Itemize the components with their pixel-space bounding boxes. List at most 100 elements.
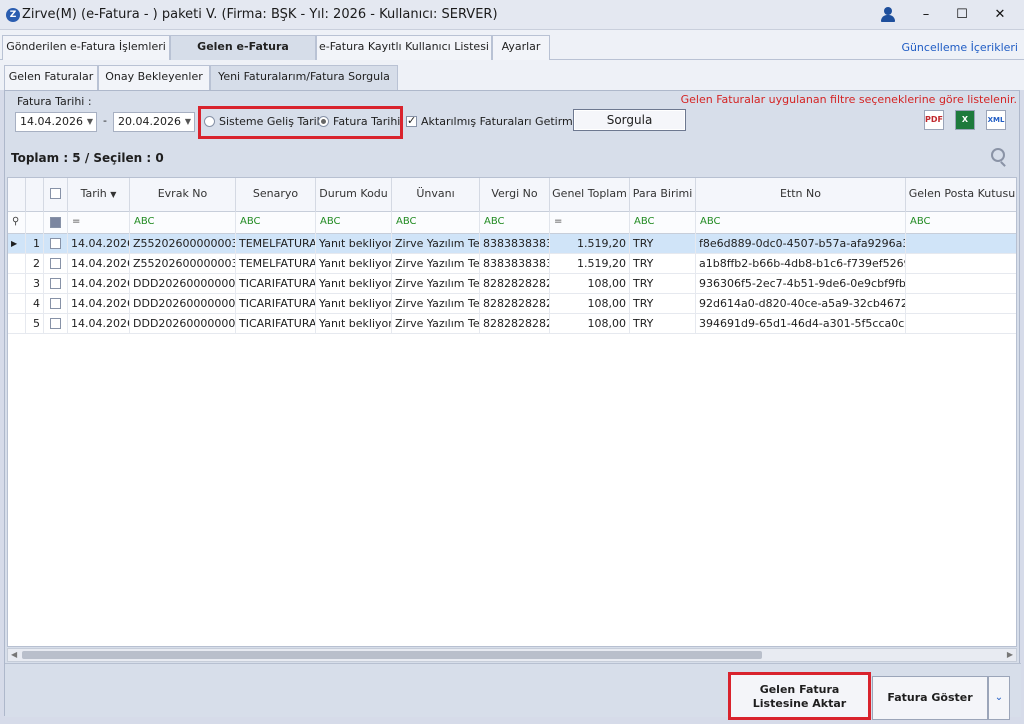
tab-incoming-einvoice[interactable]: Gelen e-Fatura İşlemleri <box>170 35 316 75</box>
row-checkbox-cell[interactable] <box>44 294 68 314</box>
tab-new-invoices-query[interactable]: Yeni Faturalarım/Fatura Sorgula <box>210 65 398 91</box>
window-title: Zirve(M) (e-Fatura - ) paketi V. (Firma:… <box>22 7 498 22</box>
cell-unvan: Zirve Yazılım Test <box>392 294 480 314</box>
cell-genel-toplam: 108,00 <box>550 294 630 314</box>
row-number: 4 <box>26 294 44 314</box>
row-indicator <box>8 274 26 294</box>
cell-vergi-no: 8282828282 <box>480 274 550 294</box>
col-unvan[interactable]: Ünvanı <box>392 178 480 212</box>
row-checkbox[interactable] <box>50 238 61 249</box>
show-invoice-dropdown-button[interactable]: ⌄ <box>988 676 1010 720</box>
tab-incoming-invoices[interactable]: Gelen Faturalar <box>4 65 98 90</box>
pdf-icon[interactable]: PDF <box>924 110 944 130</box>
cell-senaryo: TICARIFATURA <box>236 294 316 314</box>
table-row[interactable]: ▶ 1 14.04.2026 Z552026000000031 TEMELFAT… <box>8 234 1016 254</box>
filter-ettn-no[interactable]: ABC <box>696 212 906 234</box>
filter-vergi-no[interactable]: ABC <box>480 212 550 234</box>
date-to-field[interactable]: 20.04.2026 ▼ <box>113 112 195 132</box>
col-ettn-no[interactable]: Ettn No <box>696 178 906 212</box>
filter-genel-toplam[interactable]: = <box>550 212 630 234</box>
col-durum-kodu[interactable]: Durum Kodu <box>316 178 392 212</box>
filter-row-number <box>26 212 44 234</box>
cell-genel-toplam: 1.519,20 <box>550 234 630 254</box>
tab-settings[interactable]: Ayarlar <box>492 35 550 60</box>
user-icon[interactable] <box>880 6 896 24</box>
radio-system-date[interactable] <box>204 116 215 127</box>
col-vergi-no[interactable]: Vergi No <box>480 178 550 212</box>
filter-posta-kutusu[interactable]: ABC <box>906 212 1016 234</box>
transfer-to-incoming-list-button[interactable]: Gelen Fatura Listesine Aktar <box>728 672 871 720</box>
scroll-left-icon[interactable]: ◀ <box>11 649 17 661</box>
exclude-transferred-checkbox[interactable] <box>406 114 417 127</box>
row-checkbox[interactable] <box>50 258 61 269</box>
scrollbar-thumb[interactable] <box>22 651 762 659</box>
date-from-field[interactable]: 14.04.2026 ▼ <box>15 112 97 132</box>
current-row-icon: ▶ <box>8 234 26 254</box>
row-checkbox[interactable] <box>50 318 61 329</box>
filter-check[interactable] <box>44 212 68 234</box>
row-checkbox-cell[interactable] <box>44 234 68 254</box>
cell-para-birimi: TRY <box>630 274 696 294</box>
cell-durum-kodu: Yanıt bekliyor <box>316 314 392 334</box>
show-invoice-button[interactable]: Fatura Göster <box>872 676 988 720</box>
tab-pending-approval[interactable]: Onay Bekleyenler <box>98 65 210 90</box>
table-row[interactable]: 3 14.04.2026 DDD2026000000001 TICARIFATU… <box>8 274 1016 294</box>
row-checkbox[interactable] <box>50 298 61 309</box>
date-from-value: 14.04.2026 <box>20 115 83 128</box>
cell-para-birimi: TRY <box>630 294 696 314</box>
select-all-header[interactable] <box>44 178 68 212</box>
row-checkbox-cell[interactable] <box>44 274 68 294</box>
col-para-birimi[interactable]: Para Birimi <box>630 178 696 212</box>
table-row[interactable]: 2 14.04.2026 Z552026000000032 TEMELFATUR… <box>8 254 1016 274</box>
row-checkbox[interactable] <box>50 278 61 289</box>
filter-senaryo[interactable]: ABC <box>236 212 316 234</box>
cell-tarih: 14.04.2026 <box>68 254 130 274</box>
row-checkbox-cell[interactable] <box>44 254 68 274</box>
search-icon[interactable] <box>991 148 1005 162</box>
row-indicator <box>8 294 26 314</box>
cell-senaryo: TEMELFATURA <box>236 254 316 274</box>
minimize-button[interactable]: – <box>914 4 938 26</box>
filter-unvan[interactable]: ABC <box>392 212 480 234</box>
filter-para-birimi[interactable]: ABC <box>630 212 696 234</box>
row-number: 5 <box>26 314 44 334</box>
cell-genel-toplam: 1.519,20 <box>550 254 630 274</box>
chevron-down-icon: ⌄ <box>994 692 1004 703</box>
col-senaryo[interactable]: Senaryo <box>236 178 316 212</box>
col-gelen-posta-kutusu[interactable]: Gelen Posta Kutusu <box>906 178 1016 212</box>
filter-durum-kodu[interactable]: ABC <box>316 212 392 234</box>
invoice-grid: Tarih ▼ Evrak No Senaryo Durum Kodu Ünva… <box>7 177 1017 647</box>
cell-ettn-no: 394691d9-65d1-46d4-a301-5f5cca0c9208 <box>696 314 906 334</box>
update-contents-link[interactable]: Güncelleme İçerikleri <box>901 41 1018 54</box>
col-genel-toplam[interactable]: Genel Toplam <box>550 178 630 212</box>
filter-check-box[interactable] <box>50 217 61 228</box>
cell-genel-toplam: 108,00 <box>550 314 630 334</box>
horizontal-scrollbar[interactable]: ◀ ▶ <box>7 648 1017 662</box>
cell-para-birimi: TRY <box>630 254 696 274</box>
table-row[interactable]: 5 14.04.2026 DDD2026000000004 TICARIFATU… <box>8 314 1016 334</box>
filter-evrak-no[interactable]: ABC <box>130 212 236 234</box>
cell-posta-kutusu <box>906 314 1016 334</box>
cell-vergi-no: 8383838383 <box>480 254 550 274</box>
sub-tab-strip: Gelen Faturalar Onay Bekleyenler Yeni Fa… <box>0 60 1024 91</box>
xml-icon[interactable]: XML <box>986 110 1006 130</box>
col-tarih[interactable]: Tarih ▼ <box>68 178 130 212</box>
cell-evrak-no: Z552026000000032 <box>130 254 236 274</box>
row-indicator-header <box>8 178 26 212</box>
cell-durum-kodu: Yanıt bekliyor <box>316 234 392 254</box>
close-button[interactable]: ✕ <box>988 4 1012 26</box>
excel-icon[interactable]: X <box>955 110 975 130</box>
radio-invoice-date[interactable] <box>318 116 329 127</box>
tab-registered-users[interactable]: e-Fatura Kayıtlı Kullanıcı Listesi <box>316 35 492 60</box>
table-row[interactable]: 4 14.04.2026 DDD2026000000003 TICARIFATU… <box>8 294 1016 314</box>
date-separator: - <box>103 114 107 127</box>
query-button[interactable]: Sorgula <box>573 109 686 131</box>
scroll-right-icon[interactable]: ▶ <box>1007 649 1013 661</box>
select-all-checkbox[interactable] <box>50 188 61 199</box>
row-checkbox-cell[interactable] <box>44 314 68 334</box>
maximize-button[interactable]: ☐ <box>950 4 974 26</box>
tab-sent-einvoice[interactable]: Gönderilen e-Fatura İşlemleri <box>2 35 170 60</box>
cell-para-birimi: TRY <box>630 234 696 254</box>
filter-tarih[interactable]: = <box>68 212 130 234</box>
col-evrak-no[interactable]: Evrak No <box>130 178 236 212</box>
